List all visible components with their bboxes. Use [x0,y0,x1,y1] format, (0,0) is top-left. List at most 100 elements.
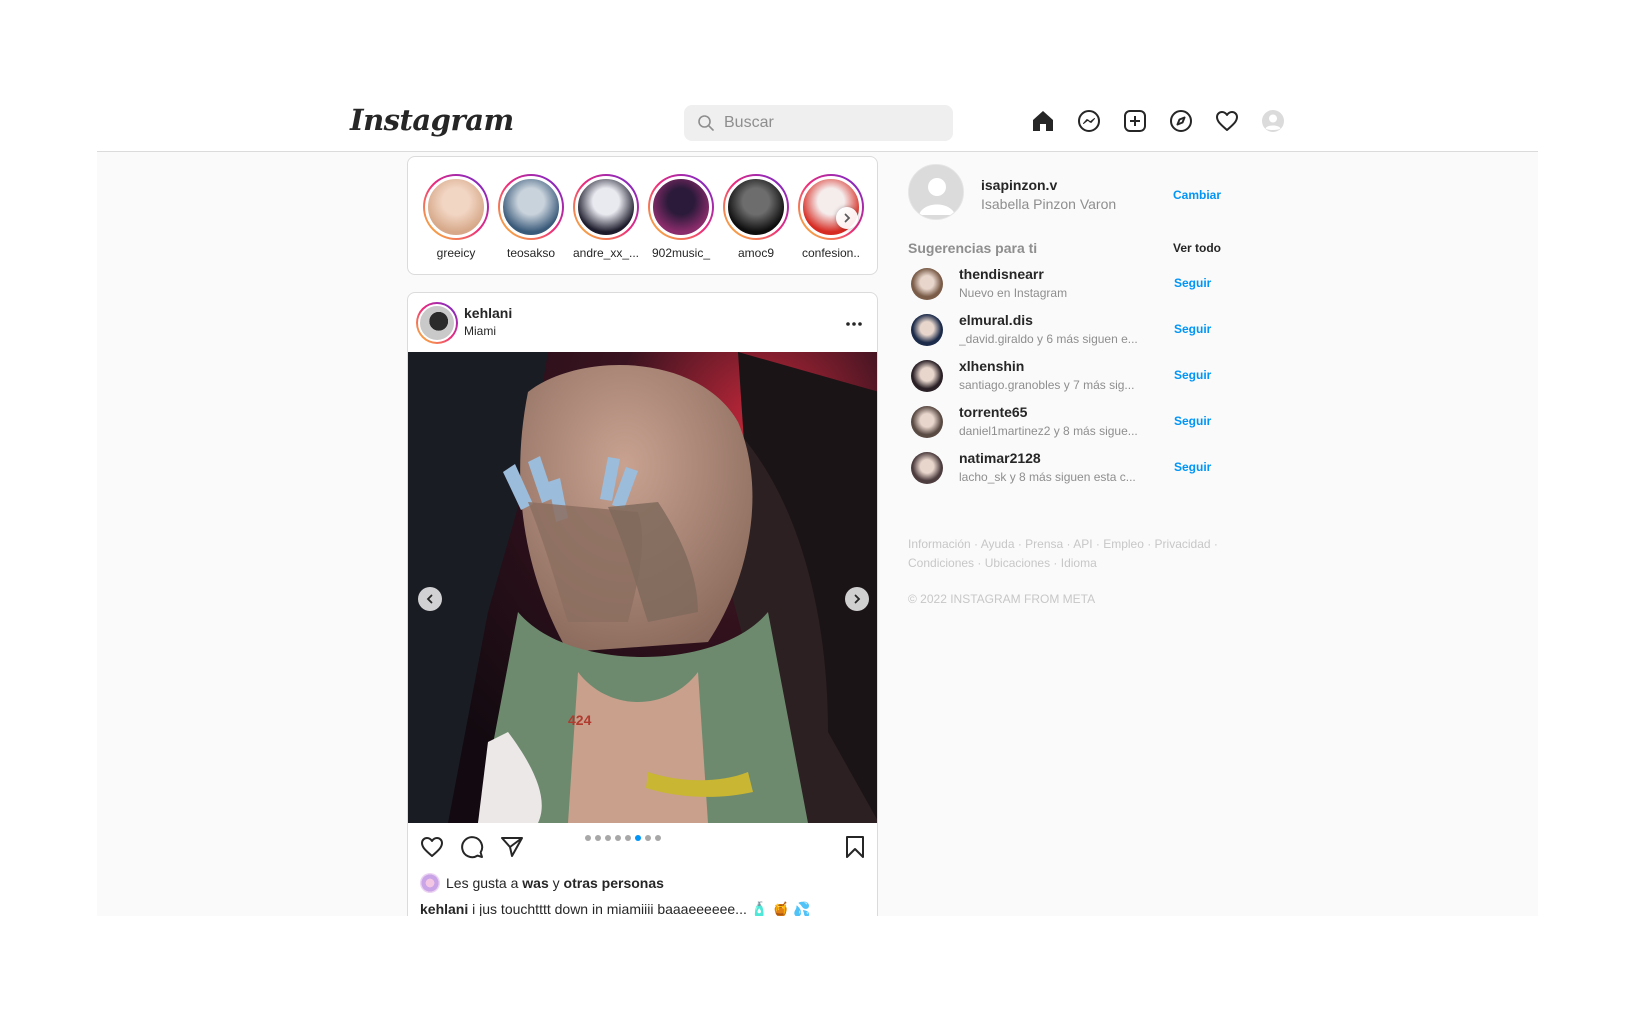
profile-avatar-icon[interactable] [1260,108,1286,134]
carousel-prev-button[interactable] [418,587,442,611]
switch-account-button[interactable]: Cambiar [1173,188,1221,202]
suggestion-avatar[interactable] [911,314,943,346]
search-box[interactable] [684,105,953,141]
comment-icon [461,836,484,859]
chevron-right-icon [844,213,851,223]
likes-summary: Les gusta a was y otras personas [420,873,664,893]
suggestion-username[interactable]: elmural.dis [959,312,1033,328]
story-avatar-ring [423,174,489,240]
suggestion-username[interactable]: natimar2128 [959,450,1041,466]
story-username: teosakso [506,246,556,260]
follow-button[interactable]: Seguir [1174,322,1211,336]
story-username: amoc9 [737,246,775,260]
carousel-dot [605,835,611,841]
story-username: andre_xx_... [572,246,640,260]
like-button[interactable] [420,835,444,864]
suggestion-subtitle: daniel1martinez2 y 8 más sigue... [959,424,1138,438]
follow-button[interactable]: Seguir [1174,414,1211,428]
svg-text:424: 424 [568,712,592,728]
post-image: 424 [408,352,877,823]
copyright: © 2022 INSTAGRAM FROM META [908,592,1096,606]
story-item[interactable]: confesion.. [791,174,871,260]
chevron-right-icon [854,594,861,604]
home-icon[interactable] [1030,108,1056,134]
stories-next-button[interactable] [836,207,858,229]
story-avatar-ring [648,174,714,240]
instagram-viewport: Instagram greei [97,0,1538,916]
carousel-next-button[interactable] [845,587,869,611]
story-item[interactable]: teosakso [491,174,571,260]
post-header: kehlani Miami [408,293,877,352]
suggestion-avatar[interactable] [911,268,943,300]
suggestion-avatar[interactable] [911,452,943,484]
post-more-options-button[interactable] [845,311,863,332]
suggestion-subtitle: santiago.granobles y 7 más sig... [959,378,1135,392]
current-user-username[interactable]: isapinzon.v [981,177,1057,193]
carousel-dot [595,835,601,841]
new-post-icon[interactable] [1122,108,1148,134]
more-horizontal-icon [846,322,862,326]
post-caption: kehlani i jus touchtttt down in miamiiii… [420,901,811,916]
post-location[interactable]: Miami [464,324,496,338]
footer-links[interactable]: Información · Ayuda · Prensa · API · Emp… [908,535,1238,573]
chevron-left-icon [426,594,433,604]
story-item[interactable]: 902music_ [641,174,721,260]
carousel-dot [655,835,661,841]
suggestion-avatar[interactable] [911,360,943,392]
follow-button[interactable]: Seguir [1174,276,1211,290]
comment-button[interactable] [460,835,484,864]
story-avatar [650,176,712,238]
likes-others-link[interactable]: otras personas [564,875,664,891]
suggestion-username[interactable]: torrente65 [959,404,1027,420]
carousel-indicator [585,835,661,841]
messenger-icon[interactable] [1076,108,1102,134]
top-navigation-bar: Instagram [97,0,1538,152]
nav-icons [1030,108,1286,134]
likes-user-link[interactable]: was [522,875,548,891]
current-user-fullname: Isabella Pinzon Varon [981,196,1117,212]
caption-username[interactable]: kehlani [420,901,468,916]
explore-icon[interactable] [1168,108,1194,134]
carousel-dot [625,835,631,841]
story-username: confesion.. [801,246,861,260]
story-avatar [425,176,487,238]
save-button[interactable] [843,835,867,864]
feed-post: kehlani Miami 424 Les gusta a was y otra… [407,292,878,916]
suggestion-avatar[interactable] [911,406,943,438]
story-avatar [575,176,637,238]
suggestion-row: torrente65 daniel1martinez2 y 8 más sigue… [911,402,1221,442]
post-author-username[interactable]: kehlani [464,305,512,321]
post-author-avatar[interactable] [416,302,458,344]
likes-conjunction: y [552,875,560,891]
suggestion-row: xlhenshin santiago.granobles y 7 más sig.… [911,356,1221,396]
story-item[interactable]: amoc9 [716,174,796,260]
story-avatar [500,176,562,238]
story-item[interactable]: andre_xx_... [566,174,646,260]
search-input[interactable] [724,114,924,132]
carousel-dot [615,835,621,841]
carousel-dot [635,835,641,841]
suggestion-username[interactable]: xlhenshin [959,358,1024,374]
current-user-avatar[interactable] [908,164,964,220]
suggestion-subtitle: _david.giraldo y 6 más siguen e... [959,332,1138,346]
follow-button[interactable]: Seguir [1174,460,1211,474]
story-item[interactable]: greeicy [416,174,496,260]
suggestion-username[interactable]: thendisnearr [959,266,1044,282]
suggestions-title: Sugerencias para ti [908,240,1038,256]
post-photo[interactable]: 424 [408,352,877,823]
story-username: greeicy [436,246,476,260]
liker-avatar[interactable] [420,873,440,893]
carousel-dot [585,835,591,841]
story-avatar [725,176,787,238]
instagram-logo[interactable]: Instagram [350,103,514,137]
send-icon [501,837,523,857]
search-icon [698,115,714,131]
share-button[interactable] [500,835,524,864]
follow-button[interactable]: Seguir [1174,368,1211,382]
caption-text: i jus touchtttt down in miamiiii baaaeee… [472,901,811,916]
story-avatar-ring [573,174,639,240]
activity-heart-icon[interactable] [1214,108,1240,134]
see-all-suggestions-button[interactable]: Ver todo [1173,241,1221,255]
bookmark-icon [846,836,864,858]
story-avatar [800,176,862,238]
